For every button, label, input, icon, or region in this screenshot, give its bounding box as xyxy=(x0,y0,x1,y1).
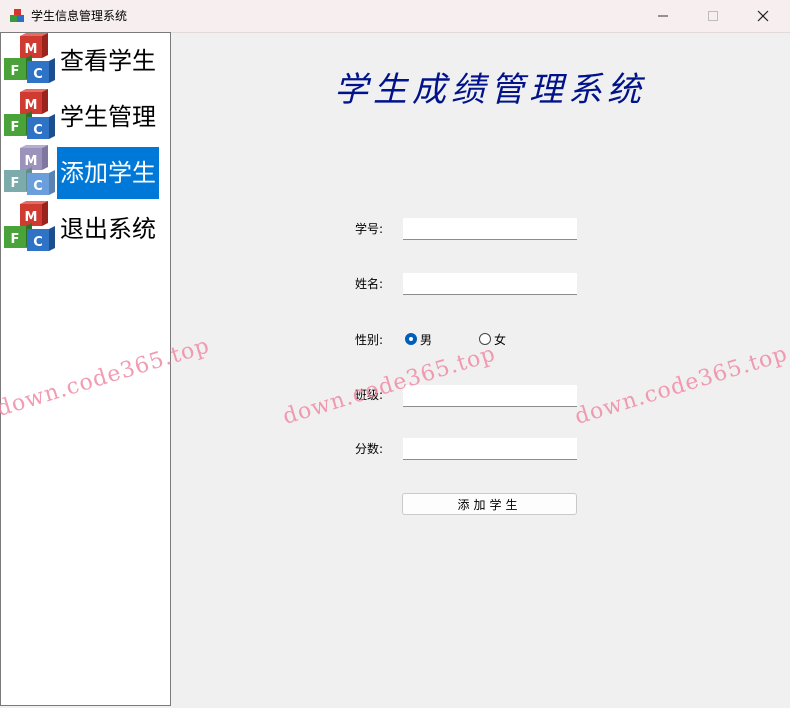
close-button[interactable] xyxy=(740,0,786,32)
minimize-button[interactable] xyxy=(640,0,686,32)
mfc-cube-icon: M F C xyxy=(4,145,55,195)
class-input[interactable] xyxy=(403,385,577,407)
sidebar-item-manage-students[interactable]: M F C 学生管理 xyxy=(2,89,170,145)
mfc-cube-icon: M F C xyxy=(4,33,55,83)
svg-text:M: M xyxy=(25,98,38,113)
mfc-cube-icon: M F C xyxy=(4,201,55,251)
mfc-cube-icon: M F C xyxy=(4,89,55,139)
gender-option-label: 男 xyxy=(420,332,433,347)
svg-text:C: C xyxy=(33,235,43,250)
name-label: 姓名: xyxy=(355,277,384,291)
add-student-button[interactable]: 添加学生 xyxy=(402,493,577,515)
sidebar-item-label: 退出系统 xyxy=(60,215,156,243)
score-input[interactable] xyxy=(403,438,577,460)
svg-text:M: M xyxy=(25,154,38,169)
radio-checked-icon xyxy=(405,333,417,345)
name-input[interactable] xyxy=(403,273,577,295)
sidebar-item-label: 学生管理 xyxy=(60,103,156,131)
svg-text:F: F xyxy=(11,232,20,247)
svg-text:M: M xyxy=(25,210,38,225)
gender-label: 性别: xyxy=(355,333,384,347)
maximize-button[interactable] xyxy=(690,0,736,32)
score-label: 分数: xyxy=(355,442,384,456)
student-id-label: 学号: xyxy=(355,222,384,236)
svg-text:C: C xyxy=(33,67,43,82)
sidebar-item-view-students[interactable]: M F C 查看学生 xyxy=(2,33,170,89)
minimize-icon xyxy=(658,15,668,17)
svg-text:F: F xyxy=(11,176,20,191)
close-icon xyxy=(757,10,769,22)
maximize-icon xyxy=(708,11,718,21)
sidebar-item-exit-system[interactable]: M F C 退出系统 xyxy=(2,201,170,257)
page-title: 学生成绩管理系统 xyxy=(334,70,646,110)
sidebar-item-label: 添加学生 xyxy=(57,147,159,199)
watermark-text: down.code365.top xyxy=(572,341,790,430)
app-cube-icon xyxy=(10,9,24,22)
title-bar: 学生信息管理系统 xyxy=(0,0,790,33)
gender-radio-male[interactable]: 男 xyxy=(405,331,432,347)
window-title: 学生信息管理系统 xyxy=(31,9,128,23)
svg-text:M: M xyxy=(25,42,38,57)
svg-text:F: F xyxy=(11,64,20,79)
student-id-input[interactable] xyxy=(403,218,577,240)
svg-text:C: C xyxy=(33,123,43,138)
svg-text:F: F xyxy=(11,120,20,135)
gender-option-label: 女 xyxy=(494,332,507,347)
sidebar-item-label: 查看学生 xyxy=(60,47,156,75)
svg-text:C: C xyxy=(33,179,43,194)
sidebar-item-add-student[interactable]: M F C 添加学生 xyxy=(2,145,170,201)
